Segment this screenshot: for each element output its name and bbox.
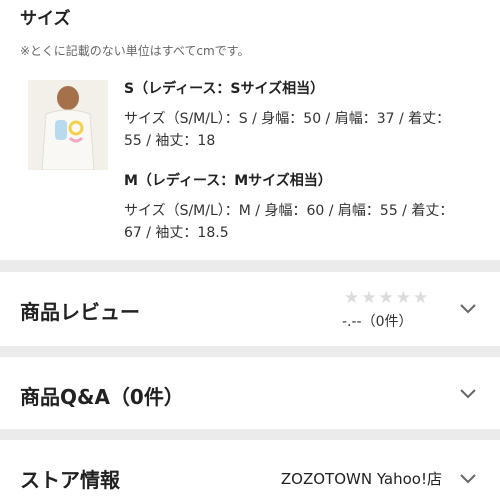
size-section-title: サイズ — [20, 9, 71, 29]
star-icon: ★ — [361, 288, 377, 308]
size-measurements: サイズ（S/M/L）：S / 身幅：50 / 肩幅：37 / 着丈：55 / 袖… — [124, 111, 451, 149]
size-measurements: サイズ（S/M/L）：M / 身幅：60 / 肩幅：55 / 着丈：67 / 袖… — [124, 203, 454, 241]
size-section: サイズ ※とくに記載のない単位はすべてcmです。 S（レディース：Sサイズ相当）… — [0, 0, 500, 260]
size-heading: M（レディース：Mサイズ相当） — [124, 173, 332, 189]
chevron-down-icon[interactable] — [456, 296, 480, 320]
star-icon: ★ — [378, 288, 394, 308]
product-photo-icon — [28, 80, 108, 170]
size-option-m: M（レディース：Mサイズ相当） サイズ（S/M/L）：M / 身幅：60 / 肩… — [124, 170, 464, 244]
review-score: -.--（0件） — [342, 314, 413, 330]
review-label: 商品レビュー — [20, 300, 140, 324]
rating-stars: ★ ★ ★ ★ ★ — [344, 290, 428, 307]
chevron-down-icon[interactable] — [456, 381, 480, 405]
size-heading: S（レディース：Sサイズ相当） — [124, 81, 325, 97]
size-option-s: S（レディース：Sサイズ相当） サイズ（S/M/L）：S / 身幅：50 / 肩… — [124, 78, 464, 152]
qa-label: 商品Q&A（0件） — [20, 385, 184, 409]
chevron-down-icon[interactable] — [456, 466, 480, 490]
star-icon: ★ — [395, 288, 411, 308]
store-label: ストア情報 — [20, 468, 120, 492]
size-unit-note: ※とくに記載のない単位はすべてcmです。 — [20, 44, 250, 58]
review-row[interactable]: 商品レビュー ★ ★ ★ ★ ★ -.--（0件） — [0, 272, 500, 346]
qa-row[interactable]: 商品Q&A（0件） — [0, 357, 500, 429]
star-icon: ★ — [344, 288, 360, 308]
store-name: ZOZOTOWN Yahoo!店 — [280, 470, 442, 488]
star-icon: ★ — [413, 288, 429, 308]
product-thumbnail[interactable] — [28, 80, 108, 170]
store-row[interactable]: ストア情報 ZOZOTOWN Yahoo!店 — [0, 440, 500, 500]
